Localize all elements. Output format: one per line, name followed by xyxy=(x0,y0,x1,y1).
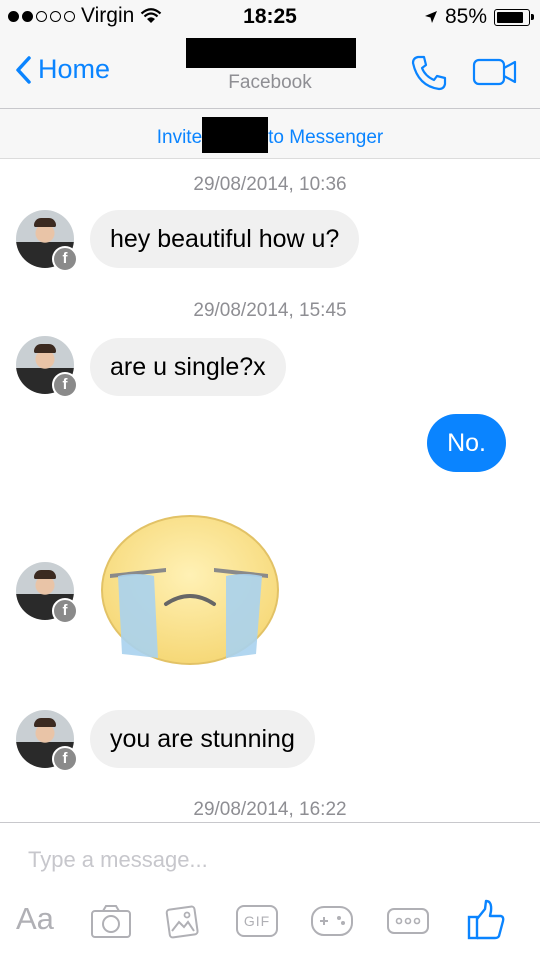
photo-gallery-button[interactable] xyxy=(164,903,200,944)
thumbs-up-icon xyxy=(467,899,505,940)
photo-icon xyxy=(165,905,199,939)
composer-toolbar: Aa GIF xyxy=(0,899,540,949)
camera-button[interactable] xyxy=(90,903,132,944)
location-arrow-icon xyxy=(424,11,437,23)
navigation-bar: Home Facebook xyxy=(0,36,540,109)
text-format-button[interactable]: Aa xyxy=(16,901,54,937)
contact-subtitle: Facebook xyxy=(228,72,312,93)
facebook-badge-icon: f xyxy=(52,746,78,772)
message-input[interactable] xyxy=(28,847,508,873)
video-call-button[interactable] xyxy=(472,58,518,91)
message-bubble[interactable]: you are stunning xyxy=(90,710,315,768)
timestamp: 29/08/2014, 10:36 xyxy=(193,174,347,195)
redacted-invite-name xyxy=(202,117,269,153)
outgoing-message-bubble[interactable]: No. xyxy=(427,414,506,472)
message-bubble[interactable]: hey beautiful how u? xyxy=(90,210,360,268)
message-composer: Aa GIF xyxy=(0,822,540,961)
phone-call-button[interactable] xyxy=(410,54,448,97)
avatar[interactable]: f xyxy=(16,210,78,272)
avatar[interactable]: f xyxy=(16,336,78,398)
timestamp: 29/08/2014, 15:45 xyxy=(193,300,347,321)
battery-icon xyxy=(494,8,534,26)
facebook-badge-icon: f xyxy=(52,372,78,398)
invite-banner[interactable]: Invite to Messenger xyxy=(0,109,540,159)
more-options-button[interactable] xyxy=(386,907,430,940)
redacted-contact-name xyxy=(186,38,356,68)
gamepad-icon xyxy=(311,906,353,936)
status-bar: Virgin 18:25 85% xyxy=(0,0,540,36)
timestamp: 29/08/2014, 16:22 xyxy=(193,799,347,820)
invite-prefix: Invite xyxy=(156,127,203,148)
video-camera-icon xyxy=(472,58,517,86)
like-button[interactable] xyxy=(466,899,506,946)
gif-button[interactable]: GIF xyxy=(236,905,278,937)
message-bubble[interactable]: are u single?x xyxy=(90,338,286,396)
status-right: 85% xyxy=(424,5,534,29)
battery-percent: 85% xyxy=(444,5,487,28)
gif-label: GIF xyxy=(236,905,278,937)
camera-icon xyxy=(91,905,131,938)
games-button[interactable] xyxy=(310,905,354,942)
avatar[interactable]: f xyxy=(16,562,78,624)
avatar[interactable]: f xyxy=(16,710,78,772)
facebook-badge-icon: f xyxy=(52,246,78,272)
invite-suffix: to Messenger xyxy=(268,127,384,148)
facebook-badge-icon: f xyxy=(52,598,78,624)
crying-face-sticker[interactable] xyxy=(96,508,284,673)
phone-icon xyxy=(411,55,447,91)
more-icon xyxy=(387,908,429,934)
